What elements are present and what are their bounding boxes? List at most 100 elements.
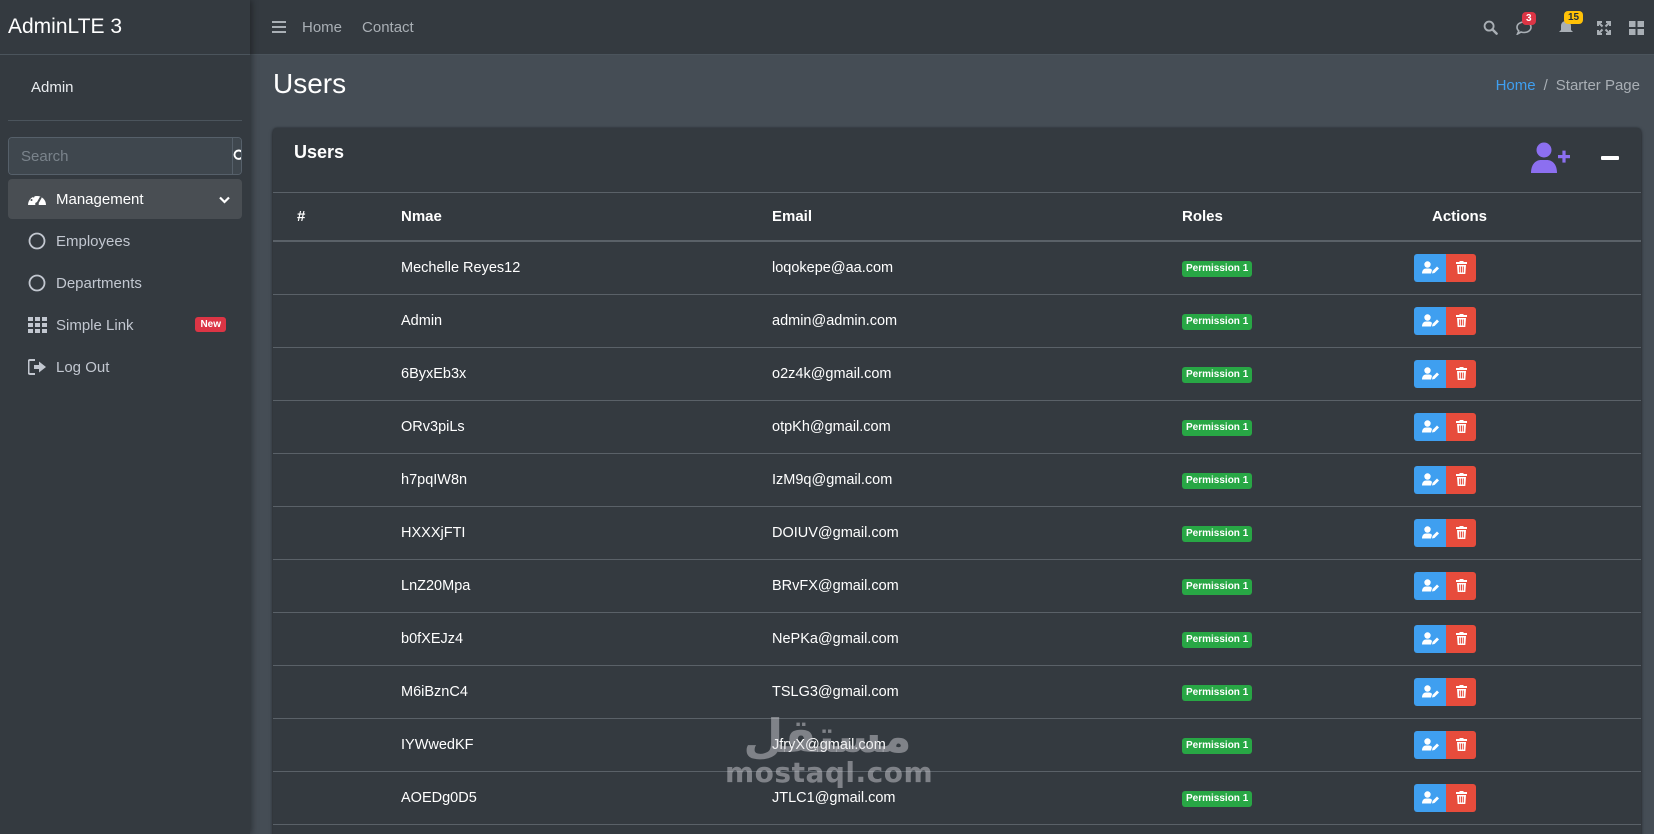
delete-user-button[interactable] — [1446, 783, 1476, 812]
sidebar-search-button[interactable] — [232, 138, 241, 174]
sidebar-item-label: Simple Link — [56, 316, 134, 334]
search-icon — [233, 149, 241, 160]
nav-link-home[interactable]: Home — [302, 19, 342, 36]
user-edit-icon — [1421, 526, 1439, 539]
sidebar-item-employees[interactable]: Employees — [8, 221, 242, 261]
th-icon — [27, 315, 47, 335]
sidebar-item-simple-link[interactable]: Simple Link New — [8, 305, 242, 345]
cell-actions — [1414, 665, 1641, 719]
fullscreen-button[interactable] — [1594, 20, 1614, 35]
cell-name: LnZ20Mpa — [401, 559, 772, 613]
cell-number — [273, 559, 401, 613]
edit-user-button[interactable] — [1414, 306, 1446, 335]
messages-dropdown[interactable]: 3 — [1514, 11, 1536, 35]
bars-icon[interactable] — [272, 21, 286, 33]
edit-user-button[interactable] — [1414, 783, 1446, 812]
add-user-button[interactable] — [1531, 142, 1571, 174]
top-navbar: Home Contact 3 15 — [250, 0, 1654, 55]
breadcrumb: Home / Starter Page — [1496, 77, 1640, 94]
role-badge: Permission 1 — [1182, 790, 1253, 807]
cell-actions — [1414, 771, 1641, 825]
brand-link[interactable]: AdminLTE 3 — [0, 0, 250, 55]
delete-user-button[interactable] — [1446, 730, 1476, 759]
cell-number — [273, 400, 401, 454]
user-edit-icon — [1421, 791, 1439, 804]
trash-icon — [1455, 685, 1467, 698]
navbar-right: 3 15 — [1466, 0, 1646, 55]
trash-icon — [1455, 791, 1467, 804]
delete-user-button[interactable] — [1446, 359, 1476, 388]
delete-user-button[interactable] — [1446, 465, 1476, 494]
edit-user-button[interactable] — [1414, 624, 1446, 653]
delete-user-button[interactable] — [1446, 677, 1476, 706]
card-title: Users — [294, 142, 345, 162]
edit-user-button[interactable] — [1414, 465, 1446, 494]
cell-roles: Permission 1 — [1182, 718, 1414, 772]
dashboard-icon — [27, 189, 47, 209]
table-row: ORv3piLs otpKh@gmail.com Permission 1 — [273, 400, 1641, 454]
delete-user-button[interactable] — [1446, 624, 1476, 653]
edit-user-button[interactable] — [1414, 730, 1446, 759]
sidebar-item-logout[interactable]: Log Out — [8, 347, 242, 387]
cell-actions — [1414, 241, 1641, 295]
sidebar-item-label: Log Out — [56, 358, 110, 376]
table-row: AOEDg0D5 JTLC1@gmail.com Permission 1 — [273, 771, 1641, 825]
nav-link-contact[interactable]: Contact — [362, 19, 414, 36]
delete-user-button[interactable] — [1446, 253, 1476, 282]
edit-user-button[interactable] — [1414, 677, 1446, 706]
column-header-actions: Actions — [1414, 193, 1641, 242]
cell-actions — [1414, 718, 1641, 772]
navbar-search-button[interactable] — [1480, 20, 1500, 35]
card-header: Users — [273, 128, 1641, 193]
notifications-dropdown[interactable]: 15 — [1556, 11, 1584, 35]
cell-email: otpKh@gmail.com — [772, 400, 1182, 454]
cell-email: JfryX@gmail.com — [772, 718, 1182, 772]
breadcrumb-home-link[interactable]: Home — [1496, 77, 1536, 94]
sidebar-item-management[interactable]: Management — [8, 179, 242, 219]
sidebar-search-input[interactable] — [9, 138, 232, 174]
edit-user-button[interactable] — [1414, 571, 1446, 600]
cell-roles: Permission 1 — [1182, 400, 1414, 454]
row-actions — [1414, 518, 1641, 547]
row-actions — [1414, 730, 1641, 759]
table-row: Mechelle Reyes12 loqokepe@aa.com Permissio… — [273, 241, 1641, 295]
row-actions — [1414, 306, 1641, 335]
user-panel[interactable]: Admin — [8, 55, 242, 121]
column-header-number: # — [273, 193, 401, 242]
cell-roles: Permission 1 — [1182, 559, 1414, 613]
role-badge: Permission 1 — [1182, 366, 1253, 383]
cell-number — [273, 771, 401, 825]
delete-user-button[interactable] — [1446, 412, 1476, 441]
role-badge: Permission 1 — [1182, 578, 1253, 595]
role-badge: Permission 1 — [1182, 260, 1253, 277]
user-edit-icon — [1421, 632, 1439, 645]
cell-actions — [1414, 347, 1641, 401]
cell-actions — [1414, 612, 1641, 666]
delete-user-button[interactable] — [1446, 306, 1476, 335]
trash-icon — [1455, 420, 1467, 433]
collapse-card-button[interactable] — [1601, 156, 1619, 160]
cell-name: ORv3piLs — [401, 400, 772, 454]
delete-user-button[interactable] — [1446, 518, 1476, 547]
trash-icon — [1455, 632, 1467, 645]
main-sidebar: AdminLTE 3 Admin Management Employees — [0, 0, 250, 834]
table-row: Admin admin@admin.com Permission 1 — [273, 294, 1641, 348]
cell-number — [273, 665, 401, 719]
edit-user-button[interactable] — [1414, 518, 1446, 547]
table-header-row: # Nmae Email Roles Actions — [273, 193, 1641, 242]
user-edit-icon — [1421, 738, 1439, 751]
role-badge: Permission 1 — [1182, 737, 1253, 754]
control-sidebar-button[interactable] — [1626, 20, 1646, 35]
grid-icon — [1628, 20, 1644, 35]
delete-user-button[interactable] — [1446, 571, 1476, 600]
edit-user-button[interactable] — [1414, 359, 1446, 388]
column-header-roles: Roles — [1182, 193, 1414, 242]
edit-user-button[interactable] — [1414, 253, 1446, 282]
sign-out-icon — [27, 357, 47, 377]
sidebar-item-departments[interactable]: Departments — [8, 263, 242, 303]
edit-user-button[interactable] — [1414, 412, 1446, 441]
row-actions — [1414, 571, 1641, 600]
user-name[interactable]: Admin — [31, 79, 74, 96]
role-badge: Permission 1 — [1182, 525, 1253, 542]
users-table-body: Mechelle Reyes12 loqokepe@aa.com Permissio… — [273, 241, 1641, 825]
